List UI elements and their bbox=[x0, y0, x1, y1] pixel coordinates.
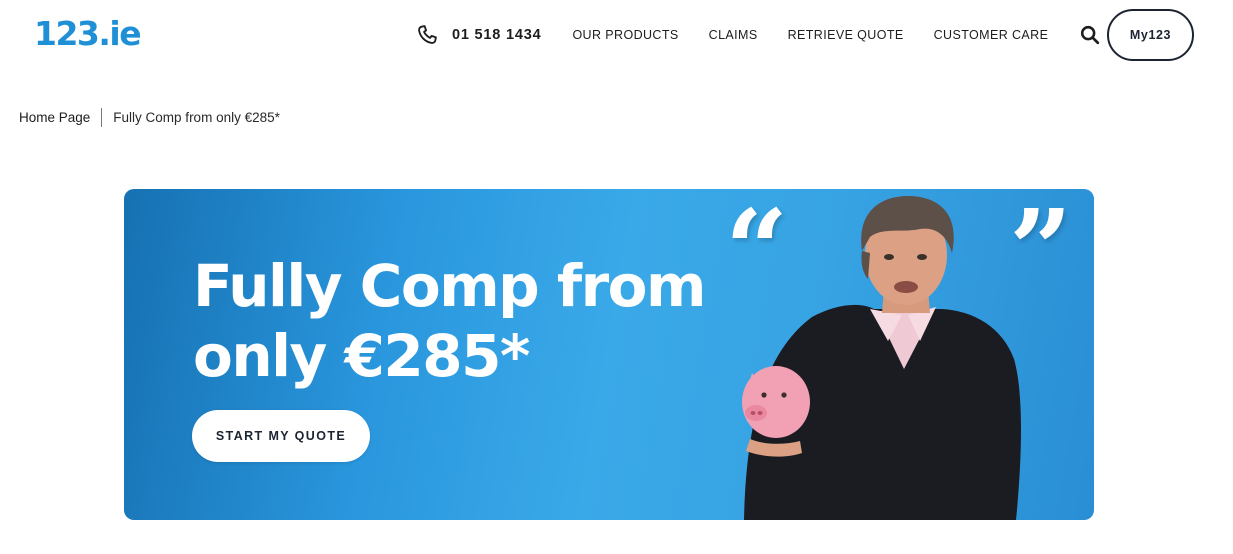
hero-title: Fully Comp from only €285* bbox=[193, 251, 753, 391]
phone-number: 01 518 1434 bbox=[452, 27, 542, 43]
search-icon[interactable] bbox=[1079, 24, 1101, 46]
site-header: 123.ie 01 518 1434 OUR PRODUCTS CLAIMS R… bbox=[0, 0, 1233, 70]
piggy-bank-icon bbox=[742, 366, 810, 438]
nav-customer-care[interactable]: CUSTOMER CARE bbox=[934, 28, 1049, 42]
breadcrumb: Home Page Fully Comp from only €285* bbox=[19, 107, 280, 127]
breadcrumb-home-link[interactable]: Home Page bbox=[19, 110, 90, 125]
spokesman-with-piggy-bank-image bbox=[742, 195, 1021, 520]
hero-title-line-1: Fully Comp from bbox=[193, 252, 706, 320]
nav-retrieve-quote[interactable]: RETRIEVE QUOTE bbox=[788, 28, 904, 42]
nav-our-products[interactable]: OUR PRODUCTS bbox=[572, 28, 678, 42]
breadcrumb-separator bbox=[101, 107, 103, 127]
phone-link[interactable]: 01 518 1434 bbox=[416, 24, 541, 46]
phone-icon bbox=[416, 24, 438, 46]
start-my-quote-button[interactable]: START MY QUOTE bbox=[192, 410, 370, 462]
my123-account-button[interactable]: My123 bbox=[1107, 9, 1194, 61]
site-logo[interactable]: 123.ie bbox=[34, 14, 142, 54]
breadcrumb-current-page: Fully Comp from only €285* bbox=[113, 109, 280, 125]
main-nav: 01 518 1434 OUR PRODUCTS CLAIMS RETRIEVE… bbox=[416, 22, 1101, 48]
hero-banner: Fully Comp from only €285* START MY QUOT… bbox=[124, 189, 1094, 520]
nav-claims[interactable]: CLAIMS bbox=[709, 28, 758, 42]
hero-title-line-2: only €285* bbox=[193, 322, 530, 390]
